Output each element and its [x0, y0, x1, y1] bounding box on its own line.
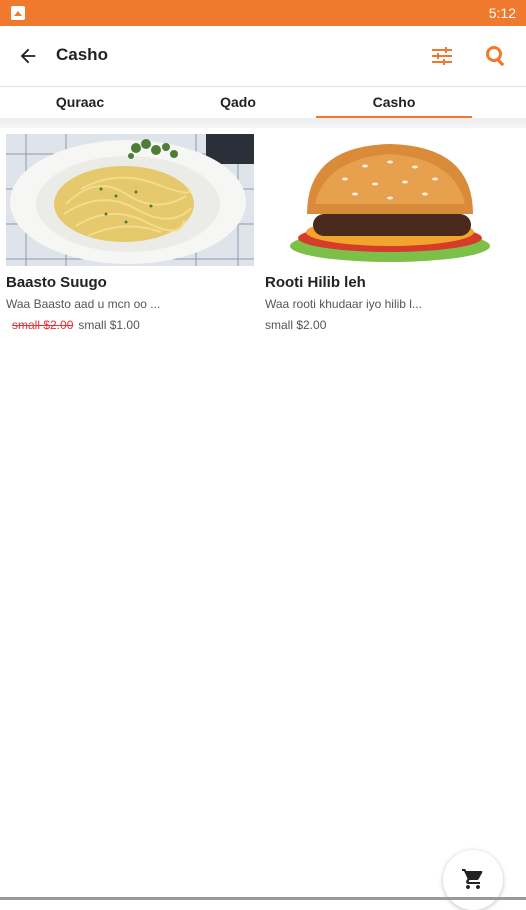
tab-casho[interactable]: Casho [314, 87, 474, 117]
status-bar: 5:12 [0, 0, 526, 26]
tab-divider [0, 118, 526, 128]
price: small $1.00 [78, 318, 140, 332]
cart-button[interactable] [443, 850, 503, 910]
arrow-left-icon [20, 48, 36, 64]
product-name: Baasto Suugo [6, 274, 107, 291]
app-bar: Casho [0, 26, 526, 86]
product-prices: small $2.00 [265, 318, 513, 332]
page-title: Casho [56, 45, 108, 64]
back-button[interactable] [10, 38, 46, 74]
search-button[interactable] [480, 40, 512, 72]
search-icon [486, 46, 504, 66]
product-description: Waa rooti khudaar iyo hilib l... [265, 297, 422, 311]
filter-button[interactable] [426, 40, 458, 72]
sliders-icon [432, 47, 452, 65]
price: small $2.00 [265, 318, 327, 332]
old-price: small $2.00 [12, 318, 74, 332]
product-prices: small $2.00 small $1.00 [6, 318, 254, 332]
pasta-plate-image [6, 134, 254, 266]
app-notification-icon [11, 6, 25, 20]
shopping-cart-icon [462, 869, 483, 889]
product-description: Waa Baasto aad u mcn oo ... [6, 297, 161, 311]
tab-qado[interactable]: Qado [158, 87, 318, 117]
burger-image [265, 134, 513, 266]
product-name: Rooti Hilib leh [265, 274, 366, 291]
category-tabs: Quraac Qado Casho [0, 86, 526, 119]
product-card[interactable]: Rooti Hilib leh Waa rooti khudaar iyo hi… [265, 134, 513, 332]
tab-quraac[interactable]: Quraac [0, 87, 160, 117]
status-time: 5:12 [488, 5, 516, 21]
product-card[interactable]: Baasto Suugo Waa Baasto aad u mcn oo ...… [6, 134, 254, 332]
